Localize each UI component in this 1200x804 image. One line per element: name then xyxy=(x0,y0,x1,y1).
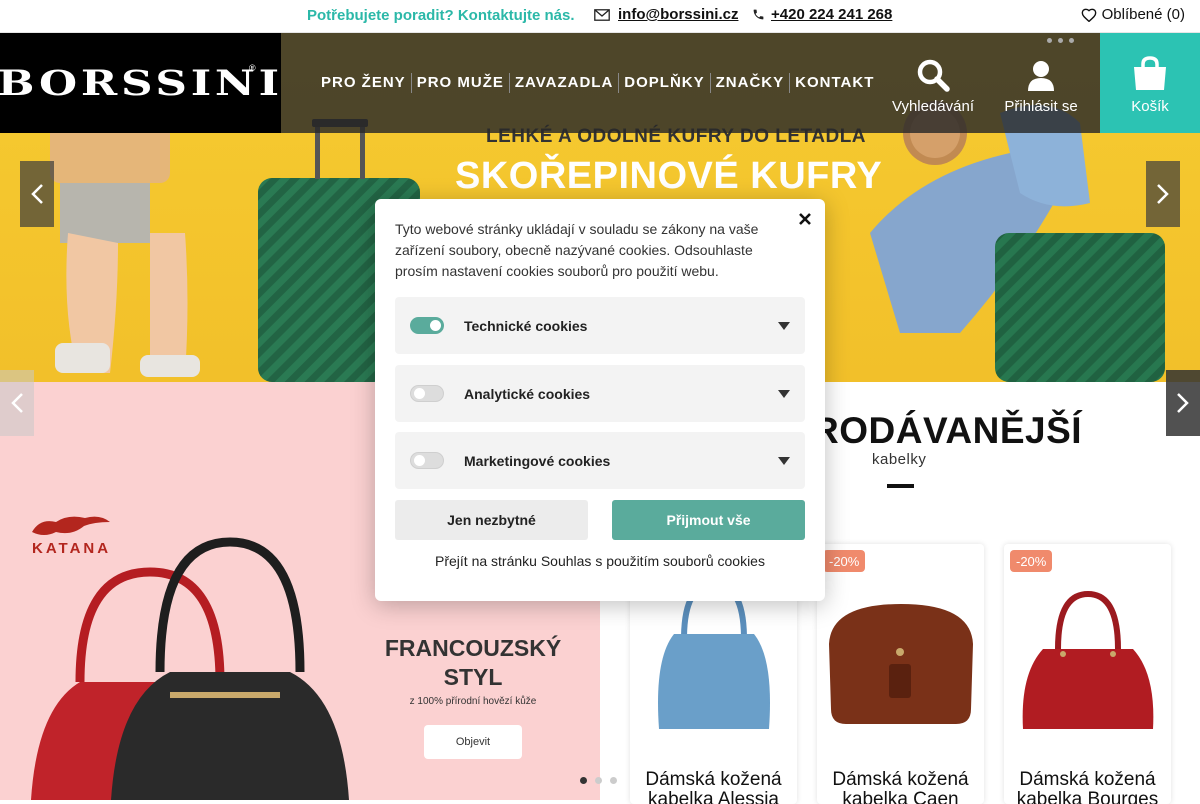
hero-title: SKOŘEPINOVÉ KUFRY xyxy=(455,155,883,197)
cookie-category-technical[interactable]: Technické cookies xyxy=(395,297,805,354)
product-name-line2: kabelka Caen xyxy=(842,789,959,804)
marketing-cookies-toggle[interactable] xyxy=(410,452,444,469)
help-text: Potřebujete poradit? Kontaktujte nás. xyxy=(307,7,575,24)
cart-button[interactable]: Košík xyxy=(1100,33,1200,133)
user-icon xyxy=(1028,61,1054,91)
promo-discover-button[interactable]: Objevit xyxy=(424,725,522,759)
login-button[interactable]: Přihlásit se xyxy=(1004,33,1078,133)
product-card[interactable]: -20% Dámská kožená kabelka Caen xyxy=(817,544,984,804)
search-icon xyxy=(917,59,950,92)
chevron-right-icon xyxy=(1177,393,1189,413)
analytics-cookies-toggle[interactable] xyxy=(410,385,444,402)
close-button[interactable] xyxy=(795,209,815,229)
handbag-image xyxy=(828,604,973,724)
hero-prev-button[interactable] xyxy=(20,161,54,227)
product-name-line1: Dámská kožená xyxy=(832,769,969,790)
handbags-illustration xyxy=(30,537,349,800)
bestsellers-title: RODÁVANĚJŠÍ xyxy=(812,410,1083,451)
caret-down-icon[interactable] xyxy=(778,389,790,398)
hero-next-button[interactable] xyxy=(1146,161,1180,227)
close-icon xyxy=(799,213,811,225)
product-image xyxy=(817,574,984,744)
phone-contact[interactable]: +420 224 241 268 xyxy=(752,6,892,23)
carousel-dots xyxy=(580,777,617,784)
handbag-image xyxy=(1022,590,1153,729)
product-name-line2: kabelka Bourges xyxy=(1016,789,1159,804)
cart-label: Košík xyxy=(1131,98,1169,115)
favorites-label: Oblíbené (0) xyxy=(1101,6,1185,23)
product-image xyxy=(1004,574,1171,744)
nav-menu: PRO ŽENY PRO MUŽE ZAVAZADLA DOPLŇKY ZNAČ… xyxy=(317,73,879,93)
search-button[interactable]: Vyhledávání xyxy=(892,33,974,133)
cookie-category-analytics[interactable]: Analytické cookies xyxy=(395,365,805,422)
nav-item-kontakt[interactable]: KONTAKT xyxy=(789,73,879,93)
phone-icon xyxy=(753,9,764,20)
title-underline xyxy=(887,484,914,488)
top-contact-bar: Potřebujete poradit? Kontaktujte nás. in… xyxy=(0,0,1200,33)
bestseller-next-button[interactable] xyxy=(1166,370,1200,436)
caret-down-icon[interactable] xyxy=(778,456,790,465)
search-label: Vyhledávání xyxy=(892,98,975,115)
nav-item-zavazadla[interactable]: ZAVAZADLA xyxy=(508,73,618,93)
product-card[interactable]: -20% Dámská kožená kabelka Bourges xyxy=(1004,544,1171,804)
promo-subtitle: z 100% přírodní hovězí kůže xyxy=(409,696,537,707)
promo-prev-button[interactable] xyxy=(0,370,34,436)
nav-item-doplnky[interactable]: DOPLŇKY xyxy=(618,73,709,93)
necessary-only-button[interactable]: Jen nezbytné xyxy=(395,500,588,540)
technical-cookies-toggle[interactable] xyxy=(410,317,444,334)
carousel-dot[interactable] xyxy=(610,777,617,784)
product-name-line2: kabelka Alessia xyxy=(648,789,779,804)
mail-icon xyxy=(594,8,610,21)
nav-item-znacky[interactable]: ZNAČKY xyxy=(709,73,790,93)
product-name: Dámská kožená kabelka Alessia xyxy=(630,770,797,804)
discount-badge: -20% xyxy=(823,550,866,572)
nav-item-pro-zeny[interactable]: PRO ŽENY xyxy=(317,73,411,93)
cookie-intro-text: Tyto webové stránky ukládají v souladu s… xyxy=(395,221,759,279)
cookie-category-label: Marketingové cookies xyxy=(464,452,611,469)
chevron-left-icon xyxy=(31,184,43,204)
promo-title-line2: STYL xyxy=(443,664,503,690)
promo-title: FRANCOUZSKÝ STYL xyxy=(380,634,566,692)
favorites-link[interactable]: Oblíbené (0) xyxy=(1081,6,1185,23)
accept-all-button[interactable]: Přijmout vše xyxy=(612,500,805,540)
cookie-policy-link[interactable]: Přejít na stránku Souhlas s použitím sou… xyxy=(375,553,825,569)
cookie-category-marketing[interactable]: Marketingové cookies xyxy=(395,432,805,489)
email-contact[interactable]: info@borssini.cz xyxy=(594,6,738,23)
logo-text: BORSSINI xyxy=(0,62,284,104)
promo-title-line1: FRANCOUZSKÝ xyxy=(384,635,562,661)
product-name: Dámská kožená kabelka Caen xyxy=(817,770,984,804)
bestsellers-subtitle: kabelky xyxy=(872,451,927,468)
carousel-dot[interactable] xyxy=(595,777,602,784)
logo-registered-mark: ® xyxy=(249,63,256,73)
logo[interactable]: BORSSINI ® xyxy=(0,33,281,133)
cookie-consent-dialog: Tyto webové stránky ukládají v souladu s… xyxy=(375,199,825,601)
nav-item-pro-muze[interactable]: PRO MUŽE xyxy=(410,73,509,93)
caret-down-icon[interactable] xyxy=(778,321,790,330)
main-navigation: PRO ŽENY PRO MUŽE ZAVAZADLA DOPLŇKY ZNAČ… xyxy=(281,33,1100,133)
site-header: BORSSINI ® PRO ŽENY PRO MUŽE ZAVAZADLA D… xyxy=(0,33,1200,133)
email-link[interactable]: info@borssini.cz xyxy=(618,6,738,23)
cookie-category-label: Technické cookies xyxy=(464,317,588,334)
heart-icon xyxy=(1081,8,1096,22)
product-name-line1: Dámská kožená xyxy=(645,769,782,790)
phone-link[interactable]: +420 224 241 268 xyxy=(771,6,892,23)
carousel-dot[interactable] xyxy=(580,777,587,784)
handbag-image xyxy=(657,580,770,729)
cookie-category-label: Analytické cookies xyxy=(464,385,591,402)
login-label: Přihlásit se xyxy=(1004,98,1078,115)
chevron-right-icon xyxy=(1157,184,1169,204)
discount-badge: -20% xyxy=(1010,550,1053,572)
shopping-bag-icon xyxy=(1134,56,1166,90)
product-name: Dámská kožená kabelka Bourges xyxy=(1004,770,1171,804)
product-name-line1: Dámská kožená xyxy=(1019,769,1156,790)
chevron-left-icon xyxy=(11,393,23,413)
